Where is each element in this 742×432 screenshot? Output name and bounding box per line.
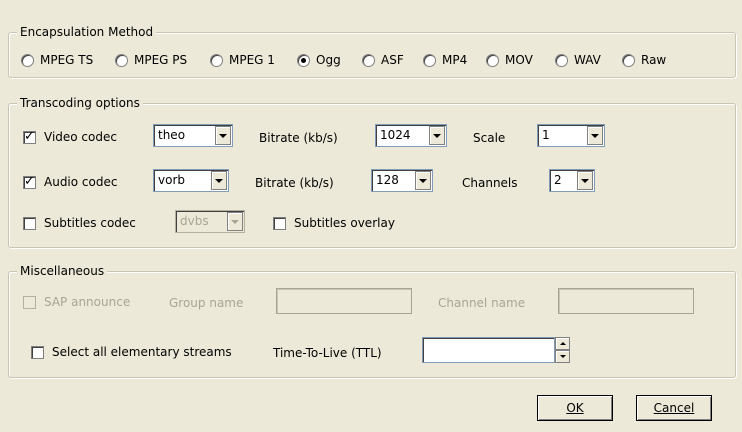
scale-label: Scale	[473, 131, 506, 145]
radio-button-icon[interactable]	[423, 53, 436, 67]
encapsulation-option[interactable]: Ogg	[297, 53, 341, 67]
encapsulation-option[interactable]: MOV	[486, 53, 533, 67]
channels-select[interactable]: 2	[549, 169, 595, 192]
encapsulation-option-label: MOV	[505, 53, 533, 67]
radio-button-icon[interactable]	[362, 53, 375, 67]
chevron-down-icon[interactable]	[429, 126, 445, 145]
sap-announce-label: SAP announce	[44, 295, 131, 309]
encapsulation-option[interactable]: MP4	[423, 53, 467, 67]
encapsulation-option-label: Raw	[641, 53, 667, 67]
video-codec-checkbox-box[interactable]	[23, 129, 36, 145]
select-all-streams-label: Select all elementary streams	[52, 345, 232, 359]
chevron-down-icon[interactable]	[211, 171, 227, 190]
radio-button-icon[interactable]	[21, 53, 34, 67]
select-all-streams-checkbox[interactable]: Select all elementary streams	[31, 345, 232, 359]
subtitles-codec-checkbox-box[interactable]	[23, 216, 36, 230]
scale-select[interactable]: 1	[537, 124, 605, 147]
video-codec-checkbox[interactable]: Video codec	[23, 129, 117, 145]
audio-codec-checkbox-box[interactable]	[23, 174, 36, 190]
audio-codec-value: vorb	[158, 173, 185, 187]
subtitles-codec-select: dvbs	[175, 210, 245, 233]
miscellaneous-legend: Miscellaneous	[17, 264, 108, 278]
subtitles-overlay-checkbox[interactable]: Subtitles overlay	[273, 216, 395, 230]
chevron-down-icon[interactable]	[415, 171, 431, 190]
radio-button-icon[interactable]	[622, 53, 635, 67]
encapsulation-option[interactable]: Raw	[622, 53, 666, 67]
radio-button-icon[interactable]	[486, 53, 499, 67]
channel-name-label: Channel name	[438, 296, 526, 310]
chevron-down-icon[interactable]	[215, 126, 231, 145]
spinner-up-icon[interactable]	[555, 337, 570, 350]
audio-bitrate-select[interactable]: 128	[371, 169, 433, 192]
encapsulation-option[interactable]: MPEG TS	[21, 53, 93, 67]
encapsulation-option-label: MPEG PS	[134, 53, 188, 67]
ttl-spinner[interactable]	[555, 337, 570, 363]
select-all-streams-checkbox-box[interactable]	[31, 345, 44, 359]
video-codec-label: Video codec	[44, 130, 117, 144]
scale-value: 1	[542, 128, 550, 142]
chevron-down-icon	[227, 212, 243, 231]
video-bitrate-select[interactable]: 1024	[375, 124, 447, 147]
radio-button-icon[interactable]	[115, 53, 128, 67]
encapsulation-option-label: MP4	[442, 53, 468, 67]
subtitles-codec-label: Subtitles codec	[44, 216, 136, 230]
group-name-label: Group name	[169, 296, 244, 310]
transcoding-legend: Transcoding options	[17, 96, 143, 110]
ttl-input[interactable]	[422, 337, 555, 363]
cancel-button[interactable]: Cancel	[636, 395, 712, 421]
spinner-down-icon[interactable]	[555, 350, 570, 363]
encapsulation-option-label: Ogg	[316, 53, 341, 67]
subtitles-overlay-label: Subtitles overlay	[294, 216, 395, 230]
encapsulation-option-label: MPEG TS	[40, 53, 94, 67]
video-codec-select[interactable]: theo	[153, 124, 233, 147]
video-bitrate-value: 1024	[380, 128, 411, 142]
audio-bitrate-value: 128	[376, 173, 399, 187]
subtitles-codec-value: dvbs	[180, 214, 209, 228]
audio-codec-select[interactable]: vorb	[153, 169, 229, 192]
encapsulation-option[interactable]: MPEG PS	[115, 53, 187, 67]
encapsulation-legend: Encapsulation Method	[17, 25, 157, 39]
ok-button[interactable]: OK	[537, 395, 613, 421]
sap-announce-checkbox: SAP announce	[23, 295, 130, 309]
channels-label: Channels	[462, 176, 518, 190]
radio-button-icon[interactable]	[297, 53, 310, 67]
sap-announce-checkbox-box	[23, 295, 36, 309]
encapsulation-option[interactable]: WAV	[555, 53, 601, 67]
encapsulation-option[interactable]: ASF	[362, 53, 404, 67]
audio-bitrate-label: Bitrate (kb/s)	[255, 176, 334, 190]
radio-button-icon[interactable]	[555, 53, 568, 67]
encapsulation-option-label: ASF	[381, 53, 404, 67]
audio-codec-label: Audio codec	[44, 175, 118, 189]
ttl-label: Time-To-Live (TTL)	[273, 346, 382, 360]
chevron-down-icon[interactable]	[587, 126, 603, 145]
subtitles-overlay-checkbox-box[interactable]	[273, 216, 286, 230]
audio-codec-checkbox[interactable]: Audio codec	[23, 174, 118, 190]
subtitles-codec-checkbox[interactable]: Subtitles codec	[23, 216, 136, 230]
channel-name-field	[558, 288, 694, 314]
group-name-field	[276, 288, 412, 314]
video-codec-value: theo	[158, 128, 186, 142]
cancel-button-label: Cancel	[653, 401, 695, 415]
channels-value: 2	[554, 173, 562, 187]
encapsulation-option[interactable]: MPEG 1	[210, 53, 275, 67]
ok-button-label: OK	[566, 401, 584, 415]
radio-button-icon[interactable]	[210, 53, 223, 67]
video-bitrate-label: Bitrate (kb/s)	[259, 131, 338, 145]
chevron-down-icon[interactable]	[577, 171, 593, 190]
encapsulation-option-label: MPEG 1	[229, 53, 275, 67]
encapsulation-option-label: WAV	[574, 53, 601, 67]
